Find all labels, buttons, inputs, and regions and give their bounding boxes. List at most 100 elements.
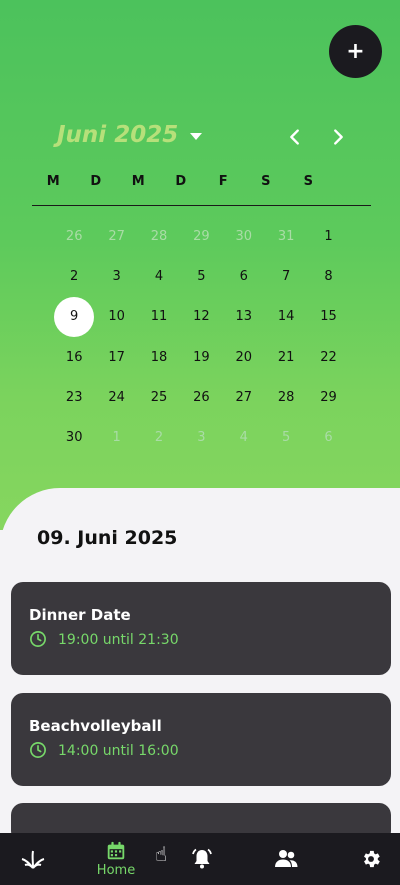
calendar-day-number: 30 (65, 430, 83, 446)
calendar-day-number: 15 (320, 309, 337, 325)
calendar-day[interactable]: 11 (138, 297, 180, 337)
calendar-day[interactable]: 10 (95, 297, 137, 337)
calendar-week-row: 16 17 18 19 20 21 22 (53, 337, 350, 377)
calendar-day[interactable]: 6 (223, 256, 265, 296)
calendar-day-number: 31 (277, 228, 295, 244)
weekday-label: S (303, 174, 313, 189)
calendar-day[interactable]: 15 (307, 297, 349, 337)
calendar-day[interactable]: 19 (180, 337, 222, 377)
calendar-day-number: 14 (277, 309, 295, 325)
calendar-day[interactable]: 2 (53, 256, 95, 296)
calendar-day-number: 28 (150, 228, 168, 244)
calendar-day-outside-month[interactable]: 31 (265, 216, 307, 256)
calendar-day[interactable]: 21 (265, 337, 307, 377)
nav-item-friends[interactable] (272, 833, 300, 885)
calendar-day-number: 12 (193, 309, 210, 325)
calendar-day[interactable]: 12 (180, 297, 222, 337)
nav-item-settings[interactable] (358, 833, 384, 885)
calendar-day[interactable]: 29 (307, 377, 349, 417)
weekday-label: M (131, 174, 145, 189)
calendar-day-number: 6 (324, 430, 333, 446)
calendar-week-row: 30 1 2 3 4 5 6 (53, 417, 350, 457)
calendar-day-outside-month[interactable]: 4 (223, 417, 265, 457)
hand-cursor-icon: ☝ (155, 842, 168, 866)
month-title[interactable]: Juni 2025 (57, 122, 178, 148)
calendar-week-row: 26 27 28 29 30 31 1 (53, 216, 350, 256)
calendar-day-number: 18 (150, 349, 168, 365)
event-card[interactable]: Dinner Date 19:00 until 21:30 (11, 582, 391, 675)
calendar-day-selected[interactable]: 9 (53, 296, 95, 338)
nav-item-notifications[interactable] (188, 833, 216, 885)
calendar-day-number: 7 (282, 268, 291, 284)
calendar-day[interactable]: 22 (307, 337, 349, 377)
event-title: Beachvolleyball (29, 717, 162, 735)
calendar-day-number: 6 (239, 268, 248, 284)
calendar-day[interactable]: 28 (265, 377, 307, 417)
add-event-button[interactable]: + (329, 25, 382, 78)
weekday-label: S (261, 174, 271, 189)
calendar-day[interactable]: 25 (138, 377, 180, 417)
calendar-day-number: 2 (154, 430, 164, 446)
calendar-day-number: 28 (277, 389, 295, 405)
calendar-day[interactable]: 20 (223, 337, 265, 377)
event-title: Dinner Date (29, 606, 131, 624)
calendar-day-number: 21 (277, 349, 295, 365)
calendar-day-number: 20 (235, 349, 253, 365)
calendar-day[interactable]: 23 (53, 377, 95, 417)
calendar-day[interactable]: 4 (138, 256, 180, 296)
previous-month-icon[interactable] (284, 126, 306, 148)
weekday-label: D (175, 174, 187, 189)
gear-icon (364, 850, 380, 868)
calendar-day[interactable]: 30 (53, 417, 95, 457)
calendar-day[interactable]: 8 (307, 256, 349, 296)
people-icon (275, 850, 298, 867)
calendar-day-outside-month[interactable]: 3 (180, 417, 222, 457)
bottom-navigation: Home (0, 833, 400, 885)
calendar-day-outside-month[interactable]: 26 (53, 216, 95, 256)
calendar-day-number: 16 (65, 349, 83, 365)
calendar-day-number: 26 (193, 389, 210, 405)
sprout-icon (21, 850, 45, 869)
calendar-day-number: 29 (193, 228, 210, 244)
calendar-day[interactable]: 26 (180, 377, 222, 417)
event-card[interactable]: Beachvolleyball 14:00 until 16:00 (11, 693, 391, 786)
calendar-day[interactable]: 16 (53, 337, 95, 377)
calendar-day[interactable]: 7 (265, 256, 307, 296)
calendar-day-outside-month[interactable]: 30 (223, 216, 265, 256)
next-month-icon[interactable] (327, 126, 349, 148)
calendar-day[interactable]: 1 (307, 216, 349, 256)
nav-item-logo[interactable] (18, 833, 48, 885)
calendar-day-outside-month[interactable]: 6 (307, 417, 349, 457)
calendar-day-number: 1 (324, 228, 333, 244)
month-dropdown-caret-icon[interactable] (190, 133, 202, 140)
calendar-day[interactable]: 18 (138, 337, 180, 377)
calendar-day[interactable]: 27 (223, 377, 265, 417)
calendar-day[interactable]: 3 (95, 256, 137, 296)
calendar-day[interactable]: 13 (223, 297, 265, 337)
calendar-day-outside-month[interactable]: 28 (138, 216, 180, 256)
calendar-day[interactable]: 14 (265, 297, 307, 337)
clock-icon (30, 631, 46, 647)
calendar-grid: 26 27 28 29 30 31 1 2 3 4 5 6 7 8 9 10 11 12 13 14 15 16 17 18 1… (53, 216, 350, 458)
bell-ringing-icon (192, 848, 212, 869)
nav-item-home[interactable]: Home (90, 833, 142, 885)
calendar-icon (107, 841, 125, 860)
calendar-day-number: 19 (193, 349, 210, 365)
calendar-day-outside-month[interactable]: 27 (95, 216, 137, 256)
calendar-day-number: 4 (239, 430, 248, 446)
calendar-day-outside-month[interactable]: 2 (138, 417, 180, 457)
selected-date-heading: 09. Juni 2025 (37, 527, 178, 549)
weekday-label: F (218, 174, 228, 189)
calendar-day[interactable]: 17 (95, 337, 137, 377)
calendar-day-outside-month[interactable]: 5 (265, 417, 307, 457)
calendar-day[interactable]: 5 (180, 256, 222, 296)
calendar-day[interactable]: 24 (95, 377, 137, 417)
calendar-day-number: 2 (70, 268, 79, 284)
calendar-day-outside-month[interactable]: 1 (95, 417, 137, 457)
calendar-day-number: 11 (150, 309, 168, 325)
calendar-day-outside-month[interactable]: 29 (180, 216, 222, 256)
calendar-week-row: 2 3 4 5 6 7 8 (53, 256, 350, 296)
calendar-day-number: 5 (282, 430, 291, 446)
calendar-day-number: 27 (108, 228, 125, 244)
calendar-day-number: 13 (235, 309, 253, 325)
